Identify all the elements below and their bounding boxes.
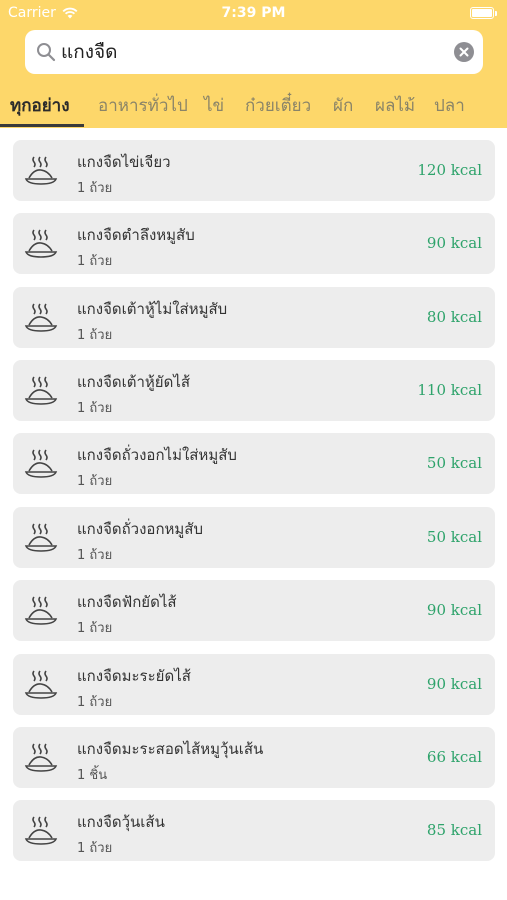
item-portion: 1 ถ้วย [77,695,113,710]
item-portion: 1 ถ้วย [77,548,113,563]
list-item[interactable]: แกงจืดวุ้นเส้น 1 ถ้วย 85 kcal [13,800,495,861]
list-item[interactable]: แกงจืดไข่เจียว 1 ถ้วย 120 kcal [13,140,495,201]
item-kcal: 85 kcal [426,821,482,839]
item-portion: 1 ถ้วย [77,841,113,856]
steaming-dish-icon [24,303,58,332]
item-portion: 1 ถ้วย [77,328,113,343]
list-item[interactable]: แกงจืดตำลึงหมูสับ 1 ถ้วย 90 kcal [13,213,495,274]
search-icon [37,43,56,62]
item-kcal: 66 kcal [426,748,482,766]
header: Carrier 7:39 PM ทุกอย่าง อาหารทั่ [0,0,507,128]
tab-egg[interactable]: ไข่ [204,82,224,128]
item-kcal: 90 kcal [426,234,482,252]
list-item[interactable]: แกงจืดเต้าหู้ยัดไส้ 1 ถ้วย 110 kcal [13,360,495,421]
battery-icon [470,7,497,19]
steaming-dish-icon [24,743,58,772]
item-kcal: 90 kcal [426,675,482,693]
tab-noodles[interactable]: ก๋วยเตี๋ยว [245,82,311,128]
status-time: 7:39 PM [221,5,286,21]
item-portion: 1 ถ้วย [77,254,113,269]
steaming-dish-icon [24,816,58,845]
steaming-dish-icon [24,449,58,478]
item-name: แกงจืดตำลึงหมูสับ [77,226,195,244]
status-bar: Carrier 7:39 PM [0,0,507,28]
steaming-dish-icon [24,523,58,552]
item-name: แกงจืดไข่เจียว [77,153,171,171]
item-portion: 1 ถ้วย [77,401,113,416]
tab-all[interactable]: ทุกอย่าง [10,82,70,128]
item-kcal: 120 kcal [417,161,482,179]
list-item[interactable]: แกงจืดเต้าหู้ไม่ใส่หมูสับ 1 ถ้วย 80 kcal [13,287,495,348]
item-name: แกงจืดมะระสอดไส้หมูวุ้นเส้น [77,740,264,758]
tab-fruits[interactable]: ผลไม้ [375,82,415,128]
item-kcal: 80 kcal [426,308,482,326]
list-item[interactable]: แกงจืดมะระสอดไส้หมูวุ้นเส้น 1 ชิ้น 66 kc… [13,727,495,788]
item-portion: 1 ถ้วย [77,621,113,636]
list-item[interactable]: แกงจืดมะระยัดไส้ 1 ถ้วย 90 kcal [13,654,495,715]
item-name: แกงจืดถั่วงอกไม่ใส่หมูสับ [77,446,237,464]
steaming-dish-icon [24,670,58,699]
item-kcal: 50 kcal [426,454,482,472]
item-kcal: 110 kcal [417,381,482,399]
steaming-dish-icon [24,229,58,258]
active-tab-indicator [0,124,84,127]
item-portion: 1 ถ้วย [77,474,113,489]
clear-icon [459,47,469,57]
list-item[interactable]: แกงจืดถั่วงอกหมูสับ 1 ถ้วย 50 kcal [13,507,495,568]
search-input[interactable] [61,30,441,74]
steaming-dish-icon [24,156,58,185]
tab-fish[interactable]: ปลา [434,82,465,128]
item-portion: 1 ถ้วย [77,181,113,196]
item-portion: 1 ชิ้น [77,768,108,783]
list-item[interactable]: แกงจืดถั่วงอกไม่ใส่หมูสับ 1 ถ้วย 50 kcal [13,433,495,494]
item-name: แกงจืดเต้าหู้ไม่ใส่หมูสับ [77,300,228,318]
item-name: แกงจืดเต้าหู้ยัดไส้ [77,373,191,391]
tab-vegetables[interactable]: ผัก [333,82,353,128]
tab-general-food[interactable]: อาหารทั่วไป [98,82,188,128]
search-bar[interactable] [25,30,483,74]
category-tabs: ทุกอย่าง อาหารทั่วไป ไข่ ก๋วยเตี๋ยว ผัก … [0,82,507,128]
clear-search-button[interactable] [454,42,474,62]
list-item[interactable]: แกงจืดฟักยัดไส้ 1 ถ้วย 90 kcal [13,580,495,641]
item-kcal: 50 kcal [426,528,482,546]
item-name: แกงจืดวุ้นเส้น [77,813,165,831]
item-kcal: 90 kcal [426,601,482,619]
item-name: แกงจืดถั่วงอกหมูสับ [77,520,203,538]
item-name: แกงจืดมะระยัดไส้ [77,667,191,685]
item-name: แกงจืดฟักยัดไส้ [77,593,177,611]
steaming-dish-icon [24,596,58,625]
steaming-dish-icon [24,376,58,405]
